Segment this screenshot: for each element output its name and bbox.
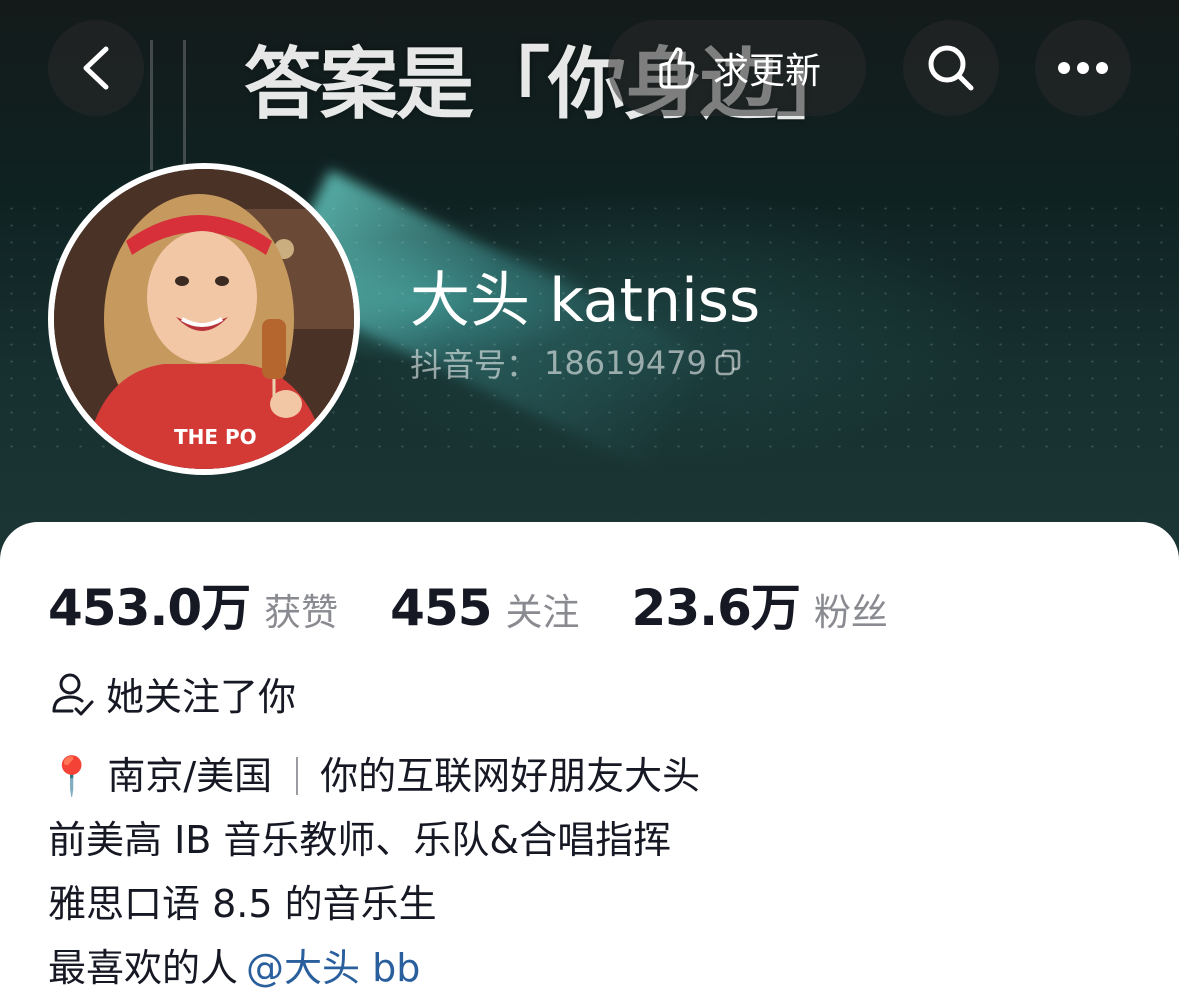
- bio-location: 南京/美国: [107, 754, 273, 798]
- bio: 📍 南京/美国 你的互联网好朋友大头 前美高 IB 音乐教师、乐队&合唱指挥 雅…: [48, 744, 700, 1000]
- follows-you-indicator: 她关注了你: [50, 666, 296, 721]
- douyin-id-value: 18619479: [544, 344, 707, 382]
- search-button[interactable]: [903, 20, 999, 116]
- profile-card: 453.0万 获赞 455 关注 23.6万 粉丝 她关注了你 📍 南京/美国 …: [0, 522, 1179, 997]
- bio-favorite-prefix: 最喜欢的人: [48, 946, 239, 990]
- stage-truss: [150, 40, 186, 170]
- hand-pointing-icon: [659, 47, 695, 89]
- svg-text:THE PO: THE PO: [174, 425, 257, 449]
- bio-line-favorite: 最喜欢的人 @大头 bb: [48, 936, 700, 1000]
- location-pin-icon: 📍: [48, 754, 96, 798]
- douyin-id-label: 抖音号：: [410, 346, 539, 384]
- douyin-id-row[interactable]: 抖音号： 18619479: [410, 340, 743, 386]
- stat-label: 获赞: [264, 591, 339, 634]
- mention-link[interactable]: @大头 bb: [246, 944, 420, 992]
- stat-label: 粉丝: [813, 591, 888, 634]
- avatar-illustration: THE PO: [54, 169, 354, 469]
- follows-you-text: 她关注了你: [106, 675, 297, 719]
- chevron-left-icon: [83, 46, 109, 90]
- stats-row: 453.0万 获赞 455 关注 23.6万 粉丝: [48, 568, 888, 640]
- bio-separator: [296, 757, 299, 795]
- copy-icon[interactable]: [713, 348, 743, 378]
- nickname: 大头 katniss: [410, 266, 761, 336]
- bio-line: 前美高 IB 音乐教师、乐队&合唱指挥: [48, 818, 672, 862]
- bio-line: 雅思口语 8.5 的音乐生: [48, 882, 437, 926]
- more-button[interactable]: [1035, 20, 1131, 116]
- ellipsis-icon: [1058, 62, 1108, 74]
- stat-value: 455: [390, 579, 492, 637]
- stat-value: 453.0万: [48, 579, 251, 637]
- stat-following[interactable]: 455 关注: [390, 579, 579, 637]
- avatar[interactable]: THE PO: [48, 163, 360, 475]
- request-update-label: 求更新: [712, 51, 821, 92]
- bio-line-location: 📍 南京/美国 你的互联网好朋友大头: [48, 744, 700, 808]
- user-follow-icon: [52, 673, 94, 715]
- stat-likes[interactable]: 453.0万 获赞: [48, 568, 338, 640]
- avatar-image: THE PO: [54, 169, 354, 469]
- stat-followers[interactable]: 23.6万 粉丝: [632, 568, 888, 640]
- bio-tagline: 你的互联网好朋友大头: [320, 754, 701, 798]
- request-update-button[interactable]: 求更新: [608, 20, 866, 116]
- stat-value: 23.6万: [631, 579, 801, 637]
- back-button[interactable]: [48, 20, 144, 116]
- search-icon: [928, 45, 974, 91]
- stat-label: 关注: [505, 591, 580, 634]
